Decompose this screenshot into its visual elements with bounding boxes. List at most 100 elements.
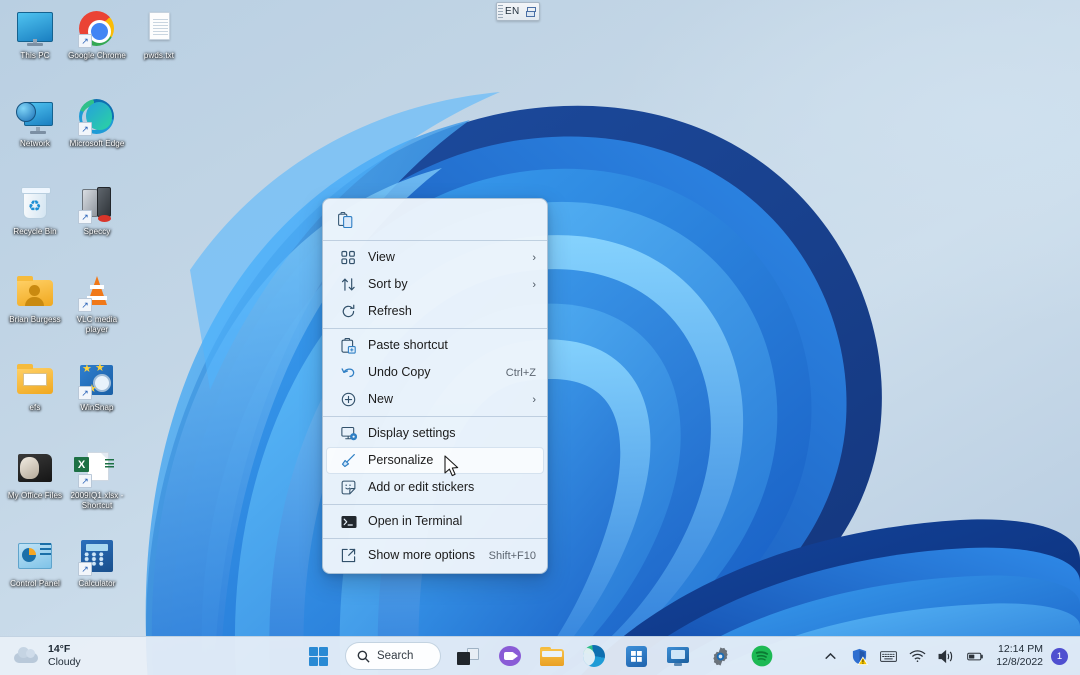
taskbar-app-microsoft-store[interactable] [621,641,651,671]
taskbar-clock[interactable]: 12:14 PM 12/8/2022 [990,643,1051,669]
taskbar-app-file-explorer[interactable] [537,641,567,671]
context-menu-item-display-settings[interactable]: Display settings [326,420,544,447]
speccy-icon [78,186,116,224]
new-plus-icon [340,391,357,408]
notification-badge[interactable]: 1 [1051,647,1068,665]
tray-show-hidden-icons[interactable] [816,640,845,672]
taskbar-app-microsoft-edge[interactable] [579,641,609,671]
tray-volume[interactable] [932,640,961,672]
desktop-icon-calculator[interactable]: Calculator [66,532,128,620]
spotify-icon [751,645,773,667]
shortcut-overlay-icon [78,298,92,312]
desktop-icon-control-panel[interactable]: Control Panel [4,532,66,620]
folder-icon [16,362,54,400]
taskbar-app-remote-desktop[interactable] [663,641,693,671]
desktop-icon-label: VLC media player [76,315,118,334]
start-button[interactable] [303,641,333,671]
desktop-icon-label: My Office Files [7,491,63,500]
user-folder-icon [16,274,54,312]
tray-network[interactable] [903,640,932,672]
keyboard-icon [880,650,898,662]
language-indicator-label[interactable]: EN [505,6,520,17]
paste-shortcut-icon [340,337,357,354]
desktop-icon-label: Recycle Bin [13,227,57,236]
desktop-icon-recycle-bin[interactable]: Recycle Bin [4,180,66,268]
shortcut-overlay-icon [78,386,92,400]
context-menu-item-undo-copy[interactable]: Undo Copy Ctrl+Z [326,359,544,386]
taskbar-search-label: Search [377,650,414,662]
desktop-icon-my-office-files[interactable]: My Office Files [4,444,66,532]
desktop-icon-label: Brian Burgess [9,315,61,324]
restore-window-icon[interactable] [526,6,536,17]
context-menu-item-open-in-terminal[interactable]: Open in Terminal [326,508,544,535]
context-menu-item-refresh[interactable]: Refresh [326,298,544,325]
cloud-icon [14,646,40,666]
winsnap-icon: ★★★ [78,362,116,400]
desktop-icon-label: Google Chrome [68,51,126,60]
context-menu-item-personalize[interactable]: Personalize [326,447,544,474]
weather-temperature: 14°F [48,643,71,655]
context-menu-item-label: View [368,250,395,265]
tray-windows-security[interactable] [845,640,874,672]
desktop-context-menu[interactable]: View › Sort by › Refresh Paste shortcut Undo C… [322,198,548,574]
desktop-icon-network[interactable]: Network [4,92,66,180]
desktop-icon-vlc-media-player[interactable]: VLC media player [66,268,128,356]
clock-date: 12/8/2022 [996,656,1043,668]
tray-battery[interactable] [961,640,990,672]
desktop-icon-efs[interactable]: efs [4,356,66,444]
tray-touch-keyboard[interactable] [874,640,903,672]
speaker-icon [938,649,953,663]
desktop-icon-label: Microsoft Edge [69,139,125,148]
context-menu-item-label: Refresh [368,304,412,319]
desktop-icon-brian-burgess[interactable]: Brian Burgess [4,268,66,356]
microsoft-edge-icon [583,645,605,667]
mouse-cursor [444,455,459,477]
context-menu-item-view[interactable]: View › [326,244,544,271]
desktop-icon-grid: This PC Google Chrome pwds.txt Network Micro… [4,4,190,620]
taskbar[interactable]: 14°F Cloudy Search 12:14 PM 12/8/2022 1 [0,636,1080,675]
desktop-icon-winsnap[interactable]: ★★★ WinSnap [66,356,128,444]
context-menu-clipboard-row[interactable] [323,203,547,237]
taskbar-app-chat[interactable] [495,641,525,671]
security-shield-warning-icon [853,648,869,665]
paintbrush-icon [340,452,357,469]
desktop-icon-label: WinSnap [80,403,114,412]
context-menu-item-label: New [368,392,394,407]
context-menu-separator [323,538,547,539]
weather-widget[interactable]: 14°F Cloudy [14,643,134,669]
desktop-icon-google-chrome[interactable]: Google Chrome [66,4,128,92]
chevron-right-icon: › [532,278,536,291]
shortcut-overlay-icon [78,210,92,224]
context-menu-item-add-or-edit-stickers[interactable]: Add or edit stickers [326,474,544,501]
context-menu-item-show-more-options[interactable]: Show more options Shift+F10 [326,542,544,569]
taskbar-app-task-view[interactable] [453,641,483,671]
shortcut-overlay-icon [78,474,92,488]
microsoft-store-icon [625,645,647,667]
desktop-icon-speccy[interactable]: Speccy [66,180,128,268]
context-menu-item-label: Open in Terminal [368,514,463,529]
taskbar-search-box[interactable]: Search [345,642,441,670]
taskbar-app-settings[interactable] [705,641,735,671]
desktop-icon-2009iq1-xlsx-shortcut[interactable]: X 2009IQ1.xlsx - Shortcut [66,444,128,532]
wifi-icon [909,649,926,662]
show-more-options-icon [340,547,357,564]
context-menu-separator [323,504,547,505]
context-menu-item-paste-shortcut[interactable]: Paste shortcut [326,332,544,359]
shortcut-overlay-icon [78,34,92,48]
context-menu-item-new[interactable]: New › [326,386,544,413]
recycle-bin-icon [16,186,54,224]
context-menu-item-sort-by[interactable]: Sort by › [326,271,544,298]
language-bar[interactable]: EN [496,2,540,21]
desktop-icon-pwds-txt[interactable]: pwds.txt [128,4,190,92]
terminal-icon [340,513,357,530]
display-settings-icon [340,425,357,442]
taskbar-app-spotify[interactable] [747,641,777,671]
context-menu-item-label: Undo Copy [368,365,431,380]
desktop-icon-label: Speccy [83,227,111,236]
drag-grip-icon[interactable] [498,5,503,18]
paste-clipboard-icon[interactable] [337,212,354,229]
desktop-icon-microsoft-edge[interactable]: Microsoft Edge [66,92,128,180]
desktop-icon-this-pc[interactable]: This PC [4,4,66,92]
desktop-icon-label: Network [19,139,51,148]
calculator-icon [78,538,116,576]
